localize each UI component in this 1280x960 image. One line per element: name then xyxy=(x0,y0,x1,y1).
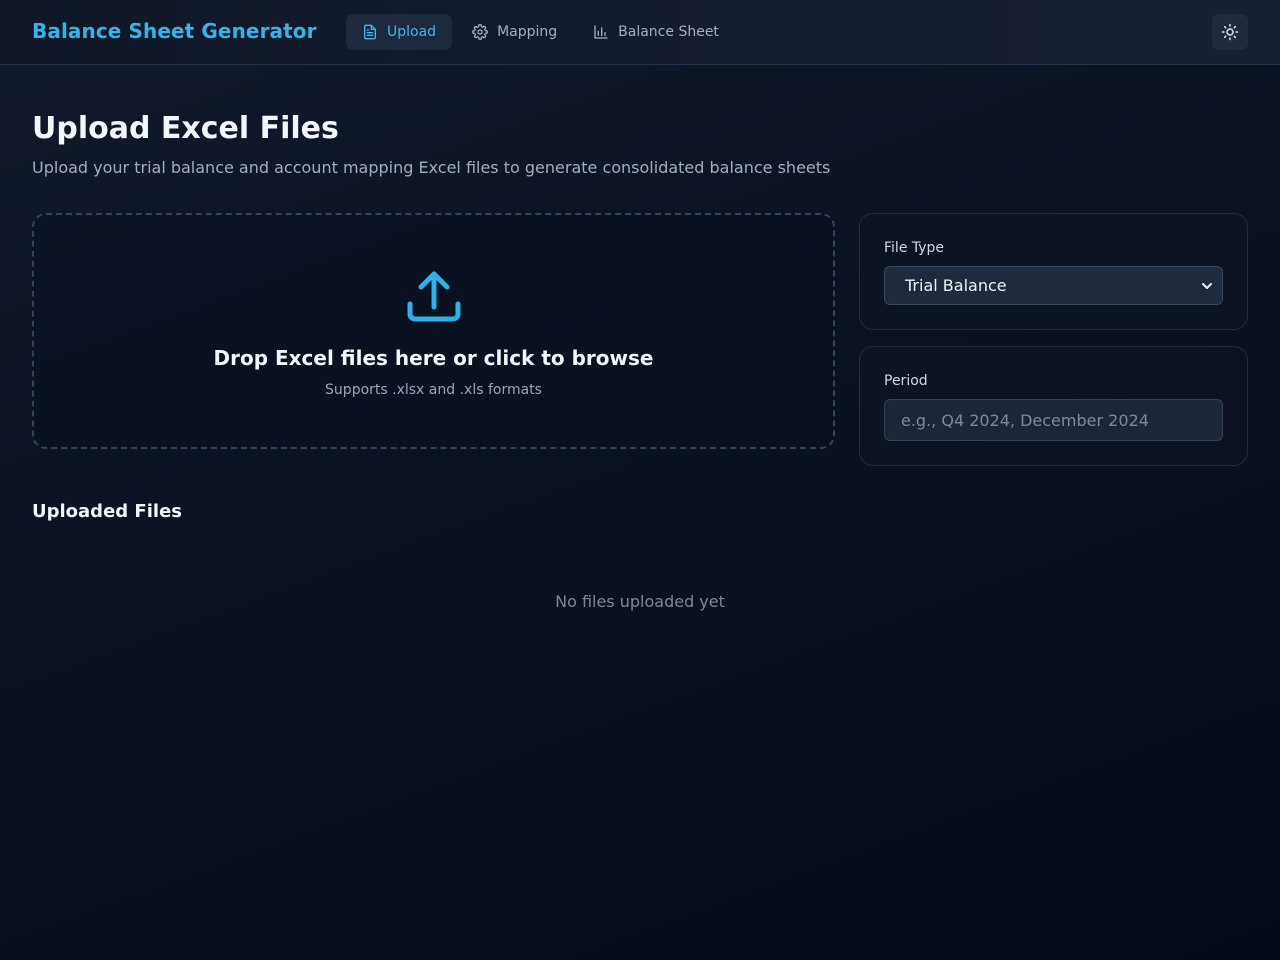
file-dropzone[interactable]: Drop Excel files here or click to browse… xyxy=(32,213,835,449)
nav-tab-upload[interactable]: Upload xyxy=(346,14,453,50)
empty-state-text: No files uploaded yet xyxy=(555,592,725,611)
nav-tab-mapping[interactable]: Mapping xyxy=(456,14,573,50)
page-subtitle: Upload your trial balance and account ma… xyxy=(32,158,831,177)
theme-toggle-button[interactable] xyxy=(1212,14,1248,50)
app-title: Balance Sheet Generator xyxy=(32,19,317,43)
dropzone-title: Drop Excel files here or click to browse xyxy=(213,346,654,370)
nav-tab-label: Balance Sheet xyxy=(618,24,719,40)
upload-icon xyxy=(407,271,461,322)
chevron-down-icon xyxy=(1202,283,1212,289)
page-title: Upload Excel Files xyxy=(32,111,339,146)
file-type-select[interactable]: Trial Balance xyxy=(884,266,1223,305)
period-input[interactable] xyxy=(884,399,1223,441)
sun-icon xyxy=(1221,23,1239,41)
uploaded-files-title: Uploaded Files xyxy=(32,501,182,522)
file-type-label: File Type xyxy=(884,240,945,256)
gear-icon xyxy=(472,24,488,40)
nav-tab-label: Upload xyxy=(387,24,437,40)
main-nav: Upload Mapping Balance Sheet xyxy=(346,14,739,50)
file-text-icon xyxy=(364,24,376,40)
period-card: Period xyxy=(859,346,1248,466)
file-type-selected-value: Trial Balance xyxy=(905,276,1007,295)
period-label: Period xyxy=(884,373,928,389)
nav-tab-balance-sheet[interactable]: Balance Sheet xyxy=(577,14,735,50)
nav-tab-label: Mapping xyxy=(497,24,558,40)
file-type-card: File Type Trial Balance xyxy=(859,213,1248,330)
dropzone-subtitle: Supports .xlsx and .xls formats xyxy=(325,382,542,398)
top-navigation-bar: Balance Sheet Generator Upload Mapping B… xyxy=(0,0,1280,65)
bar-chart-icon xyxy=(594,25,608,39)
